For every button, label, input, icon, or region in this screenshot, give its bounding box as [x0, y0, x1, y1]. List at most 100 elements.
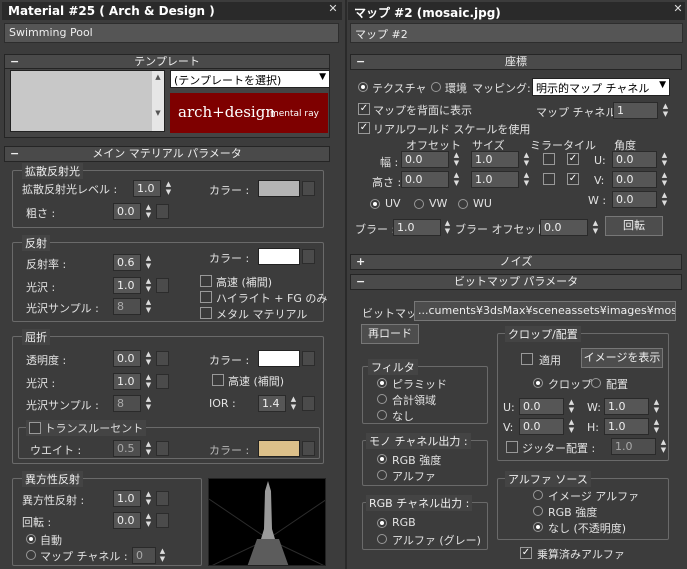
mapchannel-radio[interactable] — [26, 550, 36, 560]
spinner-arrows-icon[interactable]: ▲ ▼ — [144, 490, 153, 507]
blur-offset-spinner[interactable]: 0.0 — [540, 219, 588, 236]
anisotropy-map-button[interactable] — [156, 491, 169, 506]
alpha-none-radio[interactable] — [533, 522, 543, 532]
crop-w-spinner[interactable]: 1.0 — [604, 398, 649, 415]
show-image-button[interactable]: イメージを表示 — [581, 348, 663, 368]
reflection-color-swatch[interactable] — [258, 248, 300, 265]
coordinates-rollout-header[interactable]: − 座標 — [350, 54, 682, 70]
u-mirror-checkbox[interactable] — [543, 153, 555, 165]
reflection-gloss-spinner[interactable]: 1.0 — [113, 277, 141, 294]
spinner-arrows-icon[interactable]: ▲ ▼ — [660, 171, 669, 188]
spinner-arrows-icon[interactable]: ▲ ▼ — [158, 547, 167, 564]
map-name-field[interactable]: マップ #2 — [350, 23, 683, 43]
texture-radio[interactable] — [358, 82, 368, 92]
spinner-arrows-icon[interactable]: ▲ ▼ — [522, 151, 531, 168]
reflection-color-map-button[interactable] — [302, 249, 315, 264]
filter-pyramid-radio[interactable] — [377, 378, 387, 388]
w-angle-spinner[interactable]: 0.0 — [612, 191, 657, 208]
spinner-arrows-icon[interactable]: ▲ ▼ — [144, 254, 153, 271]
spinner-arrows-icon[interactable]: ▲ ▼ — [567, 398, 576, 415]
spinner-arrows-icon[interactable]: ▲ ▼ — [443, 219, 452, 236]
noise-rollout-header[interactable]: + ノイズ — [350, 254, 682, 270]
refraction-color-swatch[interactable] — [258, 350, 300, 367]
refraction-color-map-button[interactable] — [302, 351, 315, 366]
v-offset-spinner[interactable]: 0.0 — [401, 171, 449, 188]
collapse-icon[interactable]: − — [356, 55, 365, 69]
ior-map-button[interactable] — [302, 396, 315, 411]
spinner-arrows-icon[interactable]: ▲ ▼ — [522, 171, 531, 188]
bitmap-rollout-header[interactable]: − ビットマップ パラメータ — [350, 274, 682, 290]
template-select[interactable]: (テンプレートを選択) ▼ — [170, 70, 330, 88]
spinner-arrows-icon[interactable]: ▲ ▼ — [144, 277, 153, 294]
jitter-spinner[interactable]: 1.0 — [611, 438, 656, 455]
rotation-spinner[interactable]: 0.0 — [113, 512, 141, 529]
transparency-map-button[interactable] — [156, 351, 169, 366]
blur-spinner[interactable]: 1.0 — [393, 219, 441, 236]
coord-mapchannel-spinner[interactable]: 1 — [613, 102, 658, 119]
trans-color-swatch[interactable] — [258, 440, 300, 457]
spinner-arrows-icon[interactable]: ▲ ▼ — [452, 171, 461, 188]
metal-material-checkbox[interactable] — [200, 307, 212, 319]
refraction-fast-checkbox[interactable] — [212, 374, 224, 386]
filter-none-radio[interactable] — [377, 410, 387, 420]
vw-radio[interactable] — [414, 199, 424, 209]
close-icon[interactable]: ✕ — [672, 3, 684, 15]
realworld-checkbox[interactable]: ✓ — [358, 122, 370, 134]
spinner-arrows-icon[interactable]: ▲ ▼ — [144, 203, 153, 220]
v-tile-checkbox[interactable]: ✓ — [567, 173, 579, 185]
spinner-arrows-icon[interactable]: ▲ ▼ — [289, 395, 298, 412]
ior-spinner[interactable]: 1.4 — [258, 395, 286, 412]
uv-radio[interactable] — [370, 199, 380, 209]
place-radio[interactable] — [591, 378, 601, 388]
auto-radio[interactable] — [26, 534, 36, 544]
rgbout-rgb-radio[interactable] — [377, 518, 387, 528]
u-tile-checkbox[interactable]: ✓ — [567, 153, 579, 165]
jitter-checkbox[interactable] — [506, 441, 518, 453]
reflection-gloss-map-button[interactable] — [156, 278, 169, 293]
spinner-arrows-icon[interactable]: ▲ ▼ — [144, 350, 153, 367]
spinner-arrows-icon[interactable]: ▲ ▼ — [661, 102, 670, 119]
alpha-rgb-radio[interactable] — [533, 506, 543, 516]
crop-radio[interactable] — [533, 378, 543, 388]
spinner-arrows-icon[interactable]: ▲ ▼ — [164, 180, 173, 197]
rgbout-alpha-radio[interactable] — [377, 534, 387, 544]
spinner-arrows-icon[interactable]: ▲ ▼ — [652, 398, 661, 415]
main-params-rollout-header[interactable]: − メイン マテリアル パラメータ — [4, 146, 330, 162]
expand-icon[interactable]: + — [356, 255, 365, 269]
collapse-icon[interactable]: − — [10, 147, 19, 161]
wu-radio[interactable] — [458, 199, 468, 209]
material-name-field[interactable]: Swimming Pool — [4, 23, 339, 43]
rotate-button[interactable]: 回転 — [605, 216, 663, 236]
weight-spinner[interactable]: 0.5 — [113, 440, 141, 457]
reload-button[interactable]: 再ロード — [361, 324, 419, 344]
highlight-fg-checkbox[interactable] — [200, 291, 212, 303]
filter-summed-radio[interactable] — [377, 394, 387, 404]
crop-apply-checkbox[interactable] — [521, 353, 533, 365]
weight-map-button[interactable] — [156, 441, 169, 456]
spinner-arrows-icon[interactable]: ▲ ▼ — [660, 191, 669, 208]
spinner-arrows-icon[interactable]: ▲ ▼ — [660, 151, 669, 168]
reflection-samples-spinner[interactable]: 8 — [113, 298, 141, 315]
template-list-scrollbar[interactable]: ▲ ▼ — [152, 71, 164, 131]
premultiplied-checkbox[interactable]: ✓ — [520, 547, 532, 559]
bitmap-path-button[interactable]: ...cuments¥3dsMax¥sceneassets¥images¥mos… — [414, 301, 676, 321]
spinner-arrows-icon[interactable]: ▲ ▼ — [567, 418, 576, 435]
diffuse-level-spinner[interactable]: 1.0 — [133, 180, 161, 197]
v-mirror-checkbox[interactable] — [543, 173, 555, 185]
crop-v-spinner[interactable]: 0.0 — [519, 418, 564, 435]
template-list[interactable] — [10, 70, 165, 132]
environment-radio[interactable] — [431, 82, 441, 92]
collapse-icon[interactable]: − — [10, 55, 19, 69]
spinner-arrows-icon[interactable]: ▲ ▼ — [652, 418, 661, 435]
aniso-mapchannel-spinner[interactable]: 0 — [132, 547, 156, 564]
refraction-gloss-map-button[interactable] — [156, 374, 169, 389]
spinner-arrows-icon[interactable]: ▲ ▼ — [144, 298, 153, 315]
spinner-arrows-icon[interactable]: ▲ ▼ — [452, 151, 461, 168]
spinner-arrows-icon[interactable]: ▲ ▼ — [144, 440, 153, 457]
u-angle-spinner[interactable]: 0.0 — [612, 151, 657, 168]
diffuse-color-map-button[interactable] — [302, 181, 315, 196]
rotation-map-button[interactable] — [156, 513, 169, 528]
alpha-image-radio[interactable] — [533, 490, 543, 500]
spinner-arrows-icon[interactable]: ▲ ▼ — [659, 438, 668, 455]
diffuse-color-swatch[interactable] — [258, 180, 300, 197]
